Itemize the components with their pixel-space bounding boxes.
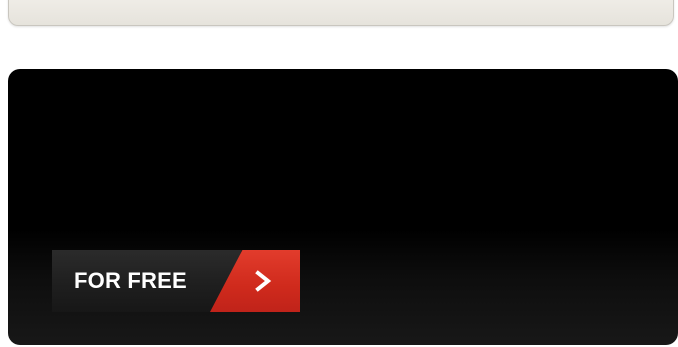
- cta-label: FOR FREE: [74, 268, 187, 293]
- hero-panel: FOR FREE: [8, 69, 678, 345]
- cta-label-area: FOR FREE: [52, 250, 242, 312]
- for-free-button[interactable]: FOR FREE: [52, 250, 300, 312]
- chevron-right-icon: [255, 270, 272, 292]
- top-bar: [8, 0, 674, 26]
